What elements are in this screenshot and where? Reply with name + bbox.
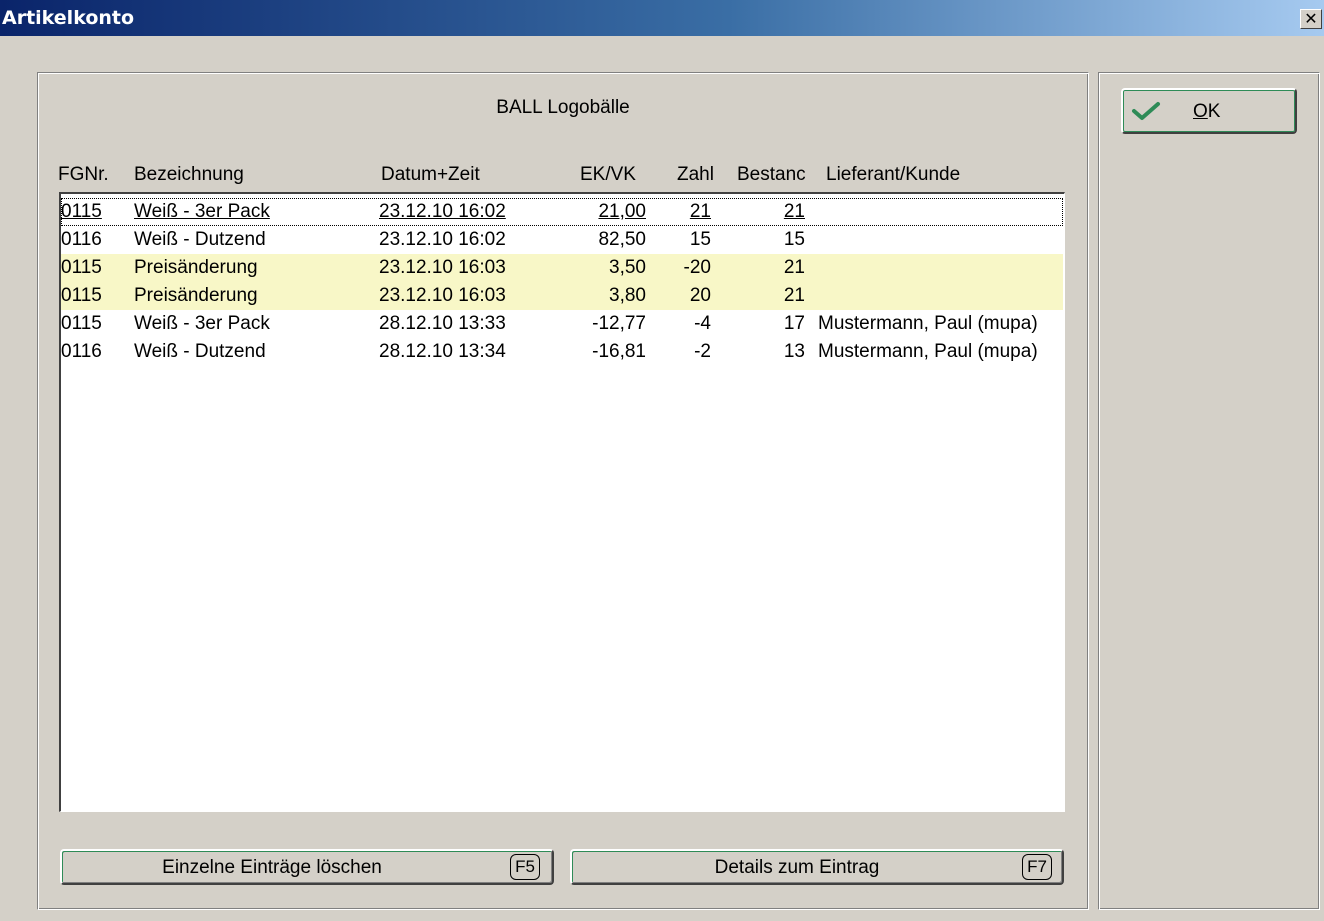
cell-bestand: 21 [783,285,805,306]
cell-datum-zeit: 28.12.10 13:33 [379,313,506,334]
cell-lieferant-kunde: Mustermann, Paul (mupa) [818,341,1038,362]
entry-details-button[interactable]: Details zum Eintrag F7 [570,849,1064,885]
cell-fgnr: 0115 [61,313,102,334]
cell-datum-zeit: 28.12.10 13:34 [379,341,506,362]
title-bar[interactable]: Artikelkonto ✕ [0,0,1324,36]
cell-bezeichnung: Weiß - 3er Pack [134,201,270,222]
cell-bestand: 15 [783,229,805,250]
cell-zahl: -2 [694,341,711,362]
close-button[interactable]: ✕ [1300,9,1322,29]
checkmark-icon [1132,102,1160,120]
cell-bezeichnung: Weiß - Dutzend [134,341,266,362]
cell-fgnr: 0115 [61,201,102,222]
cell-bestand: 13 [783,341,805,362]
f5-key-badge: F5 [510,854,540,880]
cell-bezeichnung: Weiß - 3er Pack [134,313,270,334]
cell-zahl: 21 [689,201,711,222]
cell-datum-zeit: 23.12.10 16:02 [379,229,506,250]
cell-lieferant-kunde: Mustermann, Paul (mupa) [818,313,1038,334]
column-header-zahl[interactable]: Zahl [677,164,714,186]
table-row[interactable]: 0116 Weiß - Dutzend 23.12.10 16:02 82,50 15 1… [61,226,1063,254]
entry-details-label: Details zum Eintrag [714,857,880,878]
table-row[interactable]: 0115 Weiß - 3er Pack 23.12.10 16:02 21,00 21… [61,198,1063,226]
table-row[interactable]: 0115 Preisänderung 23.12.10 16:03 3,80 20 21 [61,282,1063,310]
entries-listbox[interactable]: 0115 Weiß - 3er Pack 23.12.10 16:02 21,00 21… [59,192,1065,812]
cell-datum-zeit: 23.12.10 16:03 [379,285,506,306]
cell-datum-zeit: 23.12.10 16:02 [379,201,506,222]
delete-entries-button[interactable]: Einzelne Einträge löschen F5 [60,849,554,885]
cell-fgnr: 0116 [61,229,102,250]
cell-ek-vk: -16,81 [592,341,646,362]
cell-bezeichnung: Preisänderung [134,285,258,306]
cell-bezeichnung: Preisänderung [134,257,258,278]
column-header-ek-vk[interactable]: EK/VK [580,164,636,186]
cell-ek-vk: 21,00 [598,201,646,222]
cell-ek-vk: 3,50 [609,257,646,278]
table-row[interactable]: 0116 Weiß - Dutzend 28.12.10 13:34 -16,81 -2… [61,338,1063,366]
ok-button[interactable]: OK [1121,88,1297,134]
close-icon: ✕ [1304,9,1318,28]
cell-fgnr: 0115 [61,285,102,306]
cell-fgnr: 0116 [61,341,102,362]
cell-zahl: -20 [683,257,711,278]
cell-zahl: -4 [694,313,711,334]
artikelkonto-window: Artikelkonto ✕ BALL Logobälle FGNr. Beze… [0,0,1324,921]
f7-key-badge: F7 [1022,854,1052,880]
table-row[interactable]: 0115 Weiß - 3er Pack 28.12.10 13:33 -12,77 -… [61,310,1063,338]
article-title: BALL Logobälle [496,97,630,118]
cell-bestand: 17 [783,313,805,334]
column-header-lieferant-kunde[interactable]: Lieferant/Kunde [826,164,960,186]
column-header-bezeichnung[interactable]: Bezeichnung [134,164,244,186]
cell-zahl: 20 [689,285,711,306]
cell-zahl: 15 [689,229,711,250]
cell-ek-vk: -12,77 [592,313,646,334]
cell-bestand: 21 [783,201,805,222]
cell-ek-vk: 3,80 [609,285,646,306]
window-title: Artikelkonto [2,7,135,29]
column-header-fgnr[interactable]: FGNr. [58,164,109,186]
cell-bezeichnung: Weiß - Dutzend [134,229,266,250]
table-row[interactable]: 0115 Preisänderung 23.12.10 16:03 3,50 -20 21 [61,254,1063,282]
column-header-bestand[interactable]: Bestanc [737,164,806,186]
ok-label: OK [1193,101,1221,122]
cell-datum-zeit: 23.12.10 16:03 [379,257,506,278]
column-header-datum-zeit[interactable]: Datum+Zeit [381,164,480,186]
cell-fgnr: 0115 [61,257,102,278]
cell-bestand: 21 [783,257,805,278]
delete-entries-label: Einzelne Einträge löschen [162,857,382,878]
cell-ek-vk: 82,50 [598,229,646,250]
side-panel [1098,72,1320,910]
